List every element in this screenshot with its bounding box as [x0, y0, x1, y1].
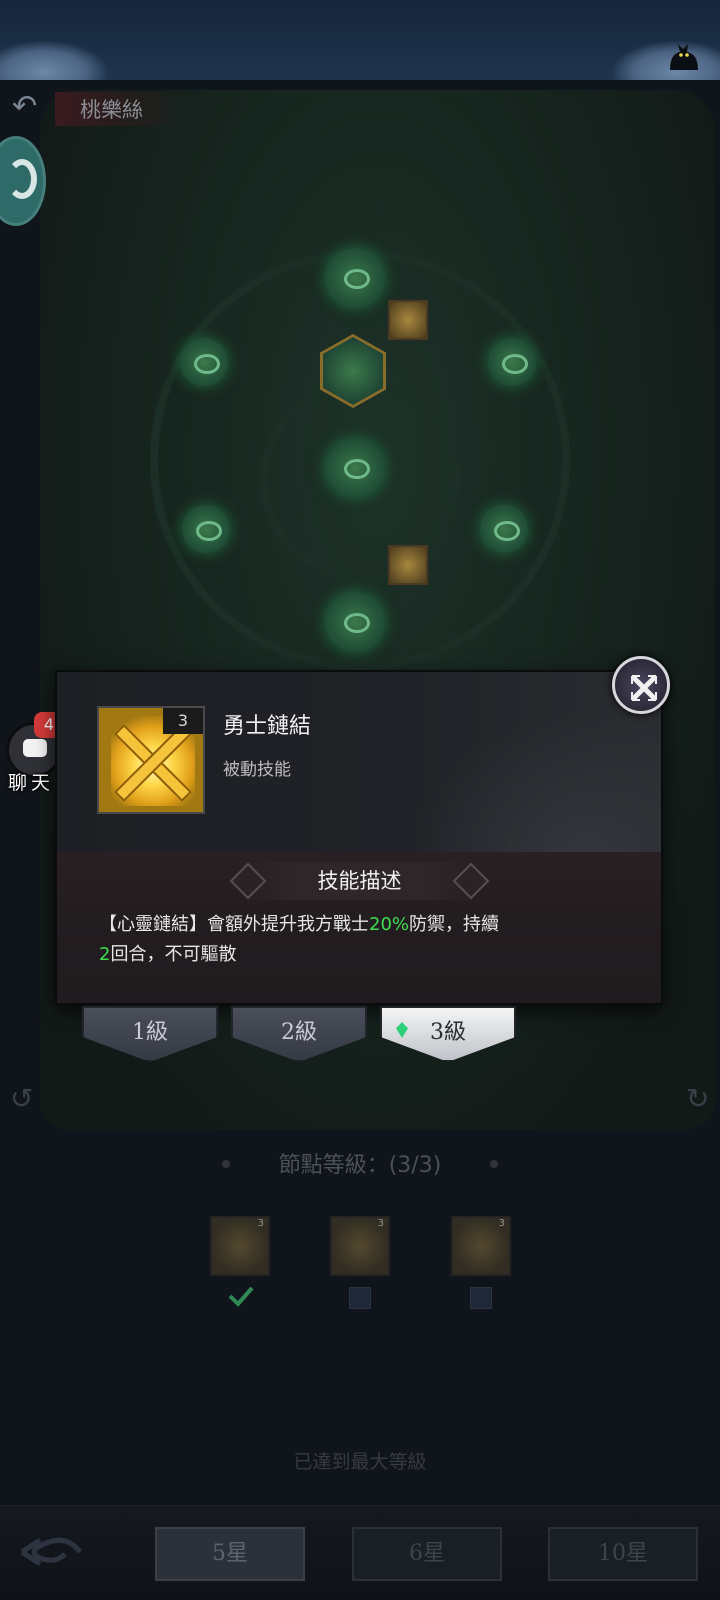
node-level-text: 節點等級：(3/3) — [278, 1153, 442, 1178]
skill-node[interactable] — [325, 592, 385, 652]
skill-node[interactable] — [180, 338, 228, 386]
ornament-hook-icon: ↺ — [10, 1082, 34, 1115]
cloud-decoration — [0, 40, 110, 80]
skill-icon-level: 3 — [163, 708, 203, 734]
skill-node[interactable] — [325, 438, 385, 498]
skill-tree — [150, 210, 570, 670]
skill-name: 勇士鏈結 — [223, 714, 312, 739]
cat-silhouette-icon — [670, 44, 698, 70]
skill-node[interactable] — [488, 338, 536, 386]
skill-detail-modal: 3 勇士鏈結 被動技能 技能描述 【心靈鏈結】會額外提升我方戰士20%防禦，持續… — [55, 670, 663, 1005]
skill-description-section: 技能描述 【心靈鏈結】會額外提升我方戰士20%防禦，持續 2回合，不可驅散 — [57, 852, 661, 1003]
skill-node[interactable] — [325, 248, 385, 308]
close-button[interactable] — [612, 656, 670, 714]
checkbox-empty — [470, 1287, 492, 1309]
description-header: 技能描述 — [229, 862, 490, 900]
description-title: 技能描述 — [317, 869, 402, 893]
max-level-text: 已達到最大等級 — [293, 1451, 427, 1473]
level-tab-label: 2級 — [281, 1020, 317, 1045]
checkmark-icon — [228, 1286, 254, 1307]
cloud-decoration — [610, 40, 720, 80]
checkbox-empty — [349, 1287, 371, 1309]
chat-bubble-icon — [23, 739, 47, 757]
star-tab-10[interactable]: 10星 — [548, 1527, 698, 1581]
skill-chain-icon: 3 — [97, 706, 205, 814]
level-tab-label: 3級 — [430, 1020, 466, 1045]
skill-description: 【心靈鏈結】會額外提升我方戰士20%防禦，持續 2回合，不可驅散 — [99, 914, 500, 965]
level-2-skill-icon[interactable]: 3 — [330, 1216, 390, 1276]
level-1-skill-icon[interactable]: 3 — [210, 1216, 270, 1276]
skill-node-icon[interactable] — [388, 545, 428, 585]
chat-label: 聊天 — [8, 772, 55, 794]
close-icon — [631, 675, 657, 701]
skill-node-icon[interactable] — [388, 300, 428, 340]
back-arrow-icon[interactable]: ↶ — [12, 90, 52, 124]
eye-icon — [7, 159, 37, 199]
skill-node[interactable] — [480, 505, 528, 553]
skill-header: 3 勇士鏈結 被動技能 — [57, 672, 661, 852]
skill-node[interactable] — [182, 505, 230, 553]
star-tab-6[interactable]: 6星 — [352, 1527, 502, 1581]
skill-type: 被動技能 — [223, 760, 291, 780]
star-tab-5[interactable]: 5星 — [155, 1527, 305, 1581]
background-silhouette — [411, 712, 661, 852]
back-swirl-icon[interactable] — [10, 1524, 106, 1580]
hero-name: 桃樂絲 — [80, 98, 143, 122]
level-tab-label: 1級 — [132, 1020, 168, 1045]
ornament-hook-icon: ↻ — [686, 1082, 710, 1115]
level-3-skill-icon[interactable]: 3 — [451, 1216, 511, 1276]
